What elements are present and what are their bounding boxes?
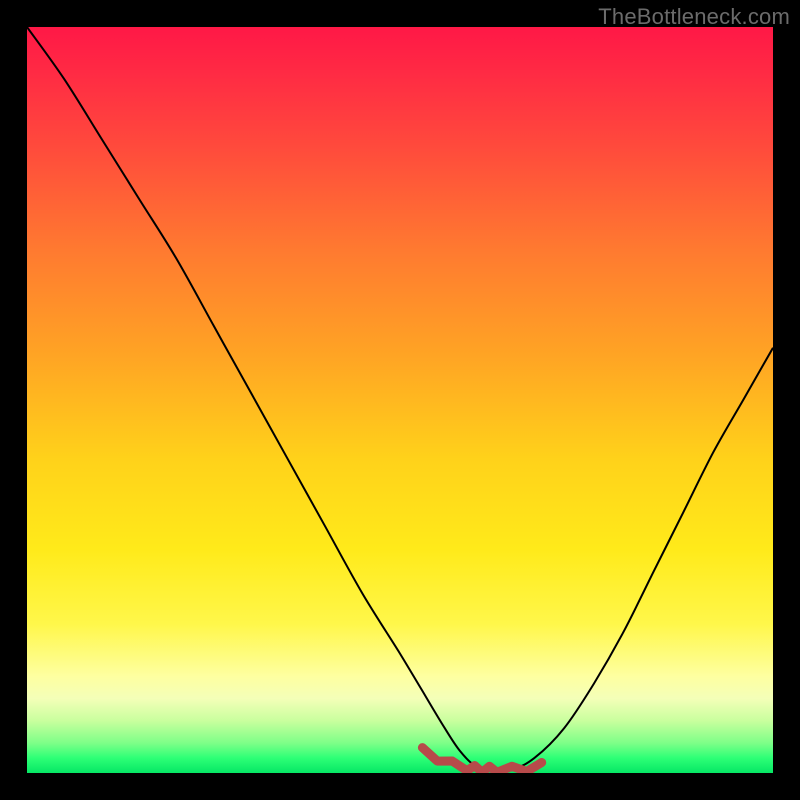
watermark-text: TheBottleneck.com <box>598 4 790 30</box>
chart-frame: TheBottleneck.com <box>0 0 800 800</box>
bottleneck-curve <box>27 27 773 770</box>
highlight-segment <box>422 748 541 773</box>
plot-area <box>27 27 773 773</box>
curve-svg <box>27 27 773 773</box>
